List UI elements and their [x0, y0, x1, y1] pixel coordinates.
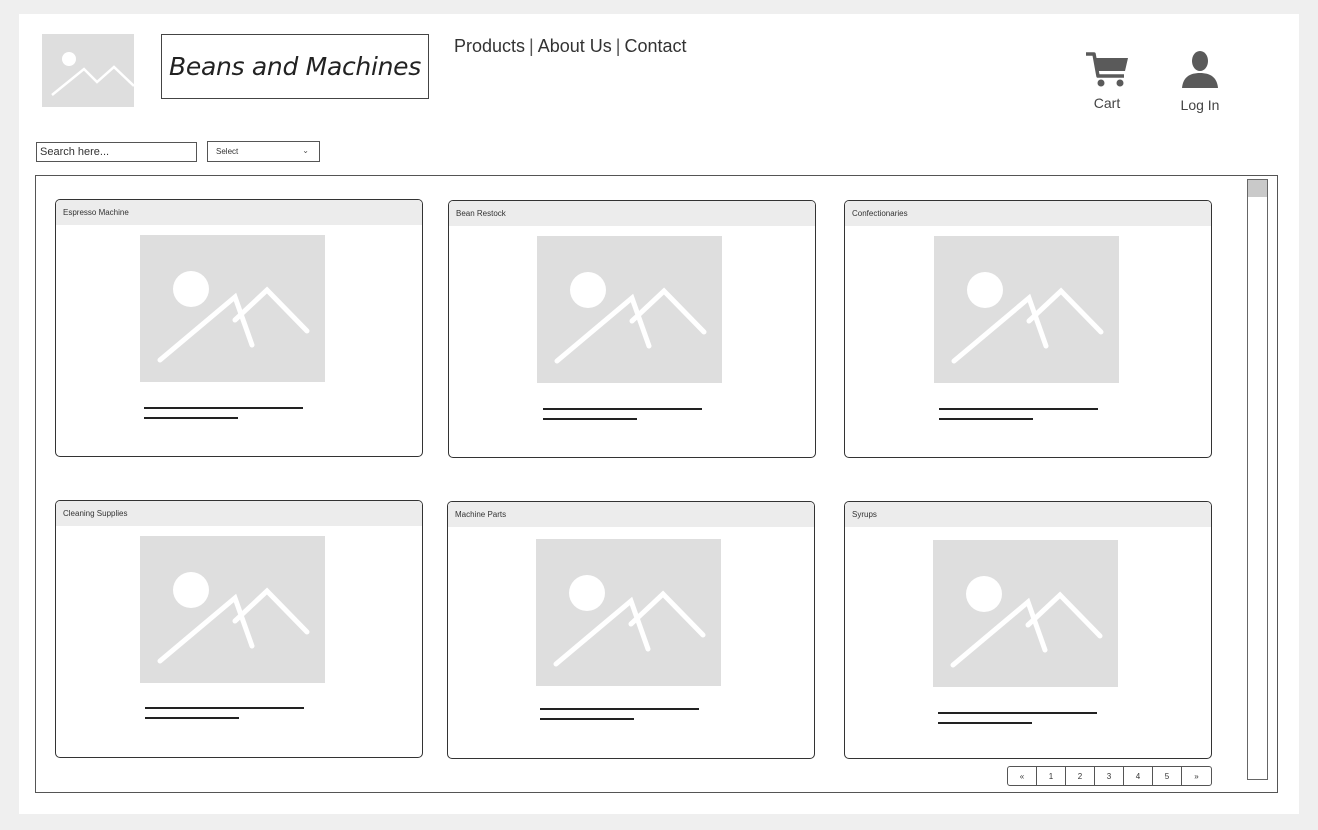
chevron-down-icon: ⌄: [302, 146, 309, 155]
nav-contact[interactable]: Contact: [624, 36, 686, 57]
image-placeholder-icon: [554, 272, 707, 364]
logo-image: [42, 34, 135, 107]
card-title: Bean Restock: [449, 201, 815, 226]
pagination-page-1[interactable]: 1: [1037, 767, 1066, 785]
pagination-page-2[interactable]: 2: [1066, 767, 1095, 785]
card-title: Confectionaries: [845, 201, 1211, 226]
product-image: [140, 235, 325, 382]
product-text-line: [144, 407, 303, 409]
page: Beans and Machines Products | About Us |…: [19, 14, 1299, 814]
pagination-page-4[interactable]: 4: [1124, 767, 1153, 785]
image-placeholder-icon: [950, 576, 1103, 668]
cart-icon: [1086, 52, 1128, 87]
product-text-line: [145, 707, 304, 709]
nav-products[interactable]: Products: [454, 36, 525, 57]
select-value: Select: [216, 147, 239, 156]
image-placeholder-icon: [951, 272, 1104, 364]
product-text-line: [543, 418, 637, 420]
nav-separator: |: [615, 36, 621, 56]
product-image: [536, 539, 721, 686]
product-card-confectionaries[interactable]: Confectionaries: [844, 200, 1212, 458]
product-text-line: [939, 408, 1098, 410]
product-text-line: [540, 708, 699, 710]
main-nav: Products | About Us | Contact: [454, 36, 687, 57]
product-card-cleaning-supplies[interactable]: Cleaning Supplies: [55, 500, 423, 758]
user-icon: [1182, 51, 1218, 88]
pagination-next[interactable]: »: [1182, 767, 1211, 785]
product-card-espresso-machine[interactable]: Espresso Machine: [55, 199, 423, 457]
nav-separator: |: [529, 36, 534, 56]
image-placeholder-icon: [157, 271, 310, 363]
product-card-machine-parts[interactable]: Machine Parts: [447, 501, 815, 759]
pagination-page-5[interactable]: 5: [1153, 767, 1182, 785]
product-text-line: [144, 417, 238, 419]
image-placeholder-icon: [157, 572, 310, 664]
image-placeholder-icon: [51, 52, 135, 96]
product-text-line: [938, 722, 1032, 724]
product-image: [140, 536, 325, 683]
product-image: [934, 236, 1119, 383]
product-text-line: [543, 408, 702, 410]
product-text-line: [540, 718, 634, 720]
search-input[interactable]: [36, 142, 197, 162]
card-title: Machine Parts: [448, 502, 814, 527]
login-button[interactable]: Log In: [1175, 50, 1225, 113]
product-text-line: [938, 712, 1097, 714]
card-title: Syrups: [845, 502, 1211, 527]
image-placeholder-icon: [553, 575, 706, 667]
cart-button[interactable]: Cart: [1081, 50, 1133, 111]
card-title: Espresso Machine: [56, 200, 422, 225]
product-card-bean-restock[interactable]: Bean Restock: [448, 200, 816, 458]
pagination-prev[interactable]: «: [1008, 767, 1037, 785]
cart-label: Cart: [1093, 95, 1121, 111]
scroll-thumb[interactable]: [1248, 180, 1267, 197]
category-select[interactable]: Select ⌄: [207, 141, 320, 162]
product-image: [933, 540, 1118, 687]
product-text-line: [145, 717, 239, 719]
brand-title: Beans and Machines: [161, 34, 429, 99]
product-image: [537, 236, 722, 383]
pagination-page-3[interactable]: 3: [1095, 767, 1124, 785]
login-label: Log In: [1180, 97, 1220, 113]
vertical-scrollbar[interactable]: [1247, 179, 1268, 780]
product-text-line: [939, 418, 1033, 420]
card-title: Cleaning Supplies: [56, 501, 422, 526]
pagination: « 1 2 3 4 5 »: [1007, 766, 1212, 786]
product-card-syrups[interactable]: Syrups: [844, 501, 1212, 759]
nav-about-us[interactable]: About Us: [538, 36, 612, 57]
